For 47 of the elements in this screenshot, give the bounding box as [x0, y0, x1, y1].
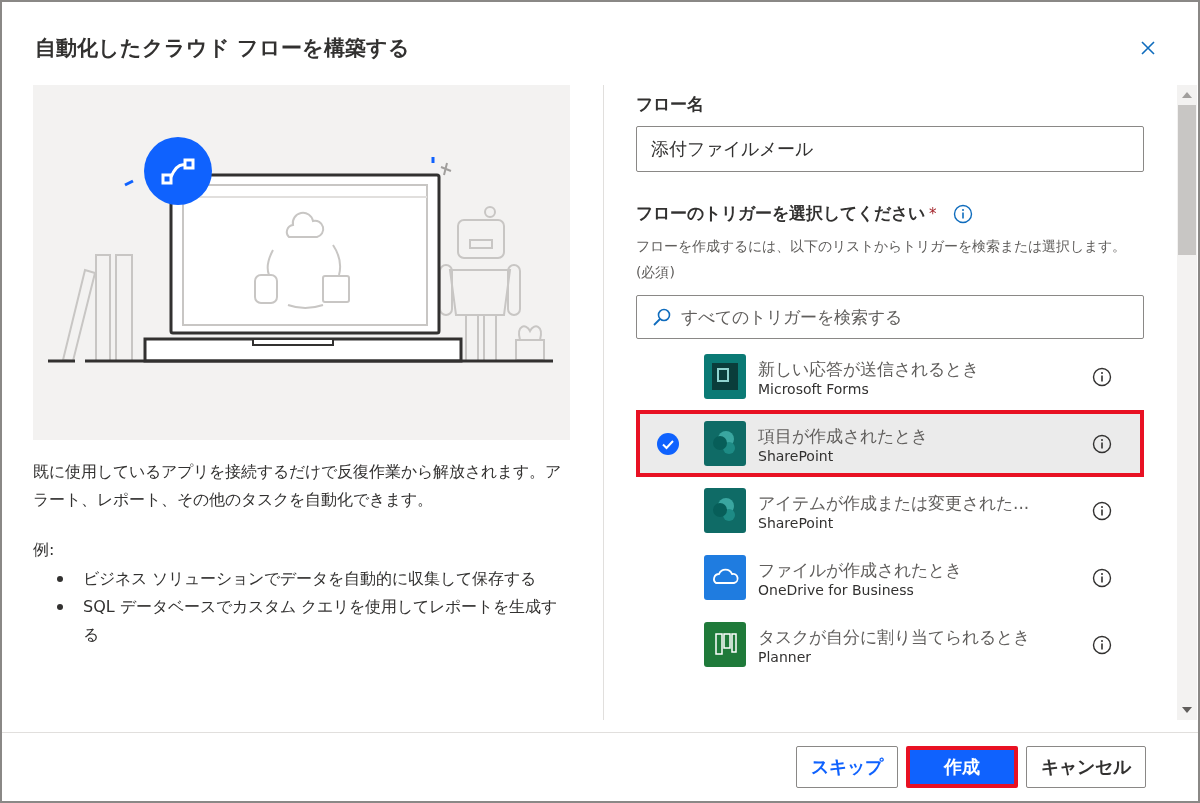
info-icon[interactable] [1092, 366, 1112, 387]
flow-name-field[interactable]: 添付ファイルメール [636, 126, 1144, 172]
field-label: フローのトリガーを選択してください [636, 202, 925, 225]
trigger-name: アイテムが作成または変更された... [758, 491, 1031, 515]
trigger-item[interactable]: ファイルが作成されたとき OneDrive for Business [636, 544, 1144, 611]
dialog-button[interactable]: キャンセル [1026, 746, 1146, 788]
trigger-name: 新しい応答が送信されるとき [758, 357, 980, 381]
cloud-icon [704, 555, 746, 600]
trigger-name: タスクが自分に割り当てられるとき [758, 625, 1031, 649]
examples-label: 例: [33, 540, 56, 561]
trigger-item[interactable]: アイテムが作成または変更された... SharePoint [636, 477, 1144, 544]
trigger-item[interactable]: タスクが自分に割り当てられるとき Planner [636, 611, 1144, 678]
info-icon[interactable] [1092, 500, 1112, 521]
required-mark: * [929, 204, 937, 223]
forms-icon [704, 354, 746, 399]
hint-text: フローを作成するには、以下のリストからトリガーを検索または選択します。(必須) [636, 237, 1127, 282]
app-name: SharePoint [758, 514, 835, 531]
app-name: Planner [758, 648, 813, 665]
app-name: OneDrive for Business [758, 581, 915, 598]
dialog-title: 自動化したクラウド フローを構築する [35, 35, 411, 62]
trigger-item[interactable]: 新しい応答が送信されるとき Microsoft Forms [636, 343, 1144, 410]
search-icon [652, 307, 672, 327]
close-icon [1140, 40, 1156, 56]
sharepoint-icon [704, 421, 746, 466]
sharepoint-icon [704, 488, 746, 533]
app-name: SharePoint [758, 447, 835, 464]
scrollbar-thumb[interactable] [1178, 105, 1196, 255]
checkmark-icon [656, 431, 680, 456]
example-text: SQL データベースでカスタム クエリを使用してレポートを生成する [83, 596, 558, 646]
dialog-button[interactable]: スキップ [796, 746, 898, 788]
trigger-name: ファイルが作成されたとき [758, 558, 963, 582]
app-name: Microsoft Forms [758, 380, 870, 397]
scrollbar[interactable] [1177, 85, 1197, 720]
info-icon[interactable] [1092, 634, 1112, 655]
trigger-name: 項目が作成されたとき [758, 424, 929, 448]
field-label: フロー名 [636, 93, 705, 116]
bullet-icon [57, 604, 63, 610]
info-icon[interactable] [1092, 433, 1112, 454]
description-text: 既に使用しているアプリを接続するだけで反復作業から解放されます。アラート、レポート、その他のタスクを自動化できます。 [33, 461, 562, 511]
search-field[interactable]: すべてのトリガーを検索する [636, 295, 1144, 339]
info-icon[interactable] [1092, 567, 1112, 588]
trigger-item[interactable]: 項目が作成されたとき SharePoint [636, 410, 1144, 477]
dialog-button[interactable]: 作成 [906, 746, 1018, 788]
planner-icon [704, 622, 746, 667]
scroll-down-icon[interactable] [1181, 706, 1193, 714]
bullet-icon [57, 576, 63, 582]
example-text: ビジネス ソリューションでデータを自動的に収集して保存する [83, 568, 537, 590]
